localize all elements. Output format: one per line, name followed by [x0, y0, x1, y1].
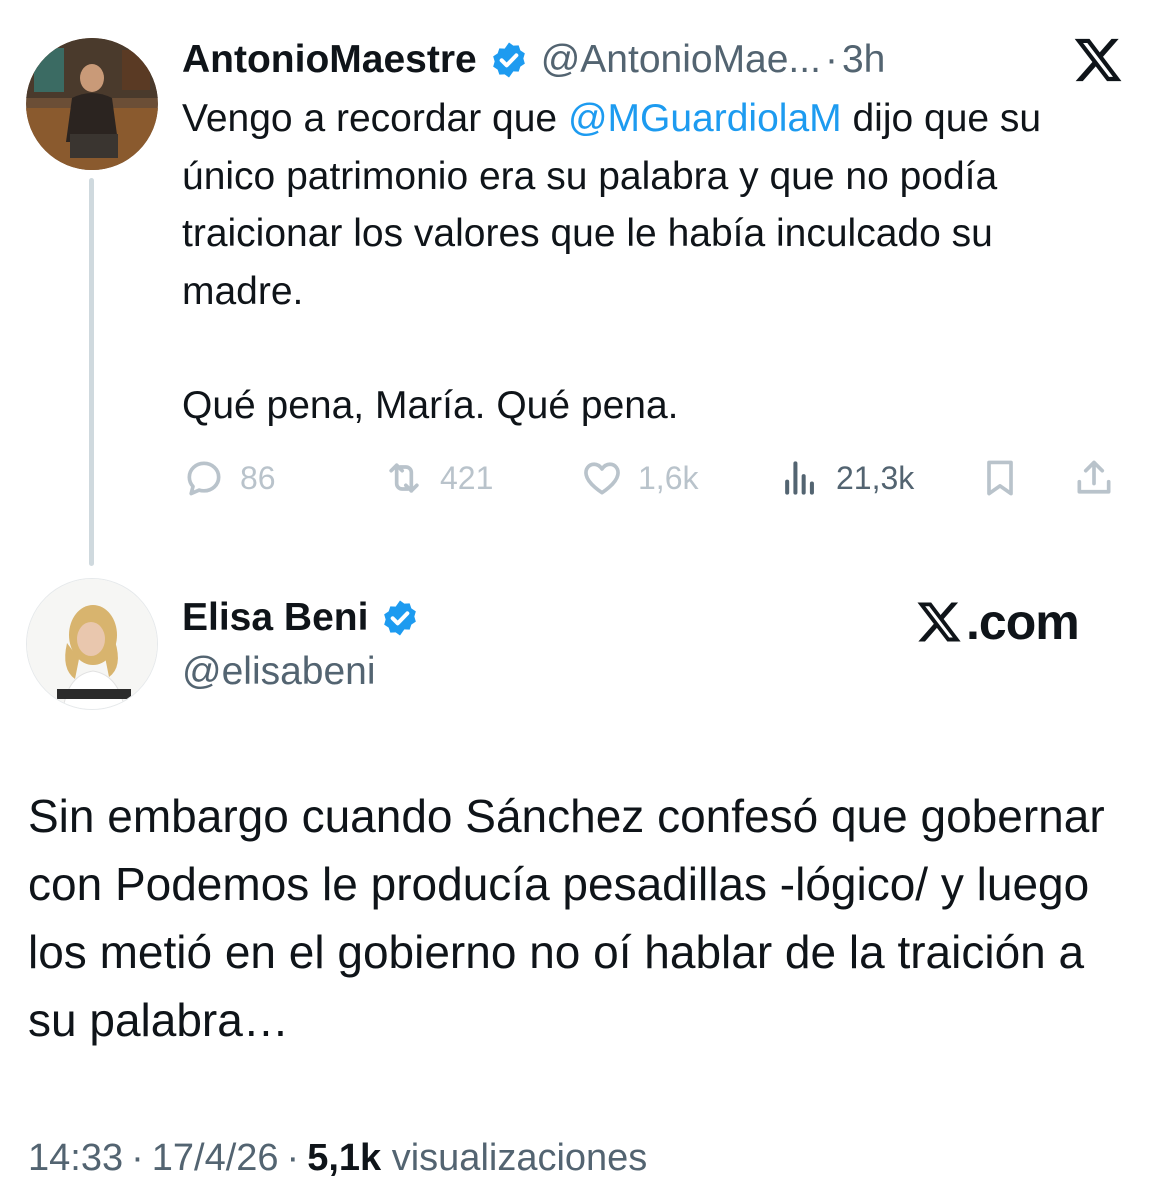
verified-badge-icon	[492, 42, 525, 78]
like-button[interactable]: 1,6k	[580, 450, 698, 506]
views-label: visualizaciones	[381, 1136, 648, 1179]
thread-line	[89, 178, 94, 566]
tweet-paragraph: Sin embargo cuando Sánchez confesó que g…	[28, 790, 1105, 1046]
tweet-paragraph: Qué pena, María. Qué pena.	[182, 384, 679, 427]
timestamp[interactable]: 3h	[842, 38, 885, 82]
tweet-text: Vengo a recordar que @MGuardiolaM dijo q…	[182, 90, 1112, 435]
x-logo-icon	[1074, 38, 1122, 82]
mention-link[interactable]: @MGuardiolaM	[568, 97, 842, 140]
tweet-meta: 14:33 · 17/4/26 · 5,1k visualizaciones	[28, 1132, 647, 1184]
views-count: 5,1k	[307, 1136, 382, 1179]
author-handle[interactable]: @AntonioMae...	[541, 38, 821, 82]
author-name[interactable]: Elisa Beni	[182, 596, 368, 640]
verified-badge-icon	[384, 600, 417, 636]
author-handle[interactable]: @elisabeni	[182, 646, 376, 698]
repost-count: 421	[440, 459, 494, 496]
views-count: 21,3k	[836, 459, 915, 496]
reply-button[interactable]: 86	[182, 450, 276, 506]
views-icon	[785, 461, 814, 495]
author-name[interactable]: AntonioMaestre	[182, 38, 477, 82]
separator: ·	[824, 38, 838, 81]
avatar[interactable]	[26, 38, 158, 170]
author-name-row: Elisa Beni	[182, 592, 420, 644]
like-count: 1,6k	[638, 459, 699, 496]
share-button[interactable]	[1072, 450, 1130, 506]
repost-icon	[389, 463, 419, 493]
bookmark-button[interactable]	[978, 450, 1036, 506]
like-icon	[584, 462, 620, 495]
brand-text: .com	[966, 594, 1080, 650]
separator: ·	[131, 1136, 144, 1179]
bookmark-icon	[987, 460, 1013, 496]
x-logo-icon	[917, 602, 961, 642]
share-icon	[1077, 460, 1111, 494]
reply-count: 86	[240, 459, 276, 496]
tweet-text-part: Vengo a recordar que	[182, 97, 568, 140]
date[interactable]: 17/4/26	[152, 1137, 279, 1180]
timestamp[interactable]: 14:33	[28, 1137, 123, 1180]
action-bar: 86 421 1,6k 21,3k	[182, 450, 1122, 506]
x-com-brand: .com	[914, 590, 1080, 654]
repost-button[interactable]: 421	[382, 450, 493, 506]
separator: ·	[286, 1136, 300, 1179]
tweet-paragraph: Vengo a recordar que @MGuardiolaM dijo q…	[182, 90, 1112, 320]
avatar[interactable]	[26, 578, 158, 710]
tweet-text: Sin embargo cuando Sánchez confesó que g…	[28, 782, 1128, 1054]
views-button[interactable]: 21,3k	[778, 450, 914, 506]
reply-icon	[187, 461, 221, 496]
tweet-header: AntonioMaestre @AntonioMae... · 3h	[182, 34, 885, 86]
